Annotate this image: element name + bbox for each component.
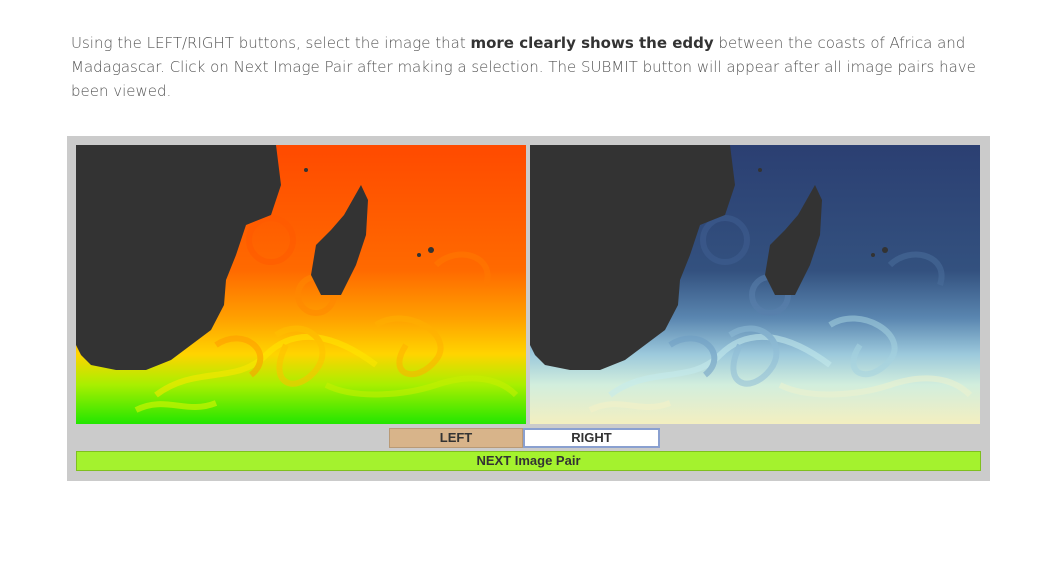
next-image-pair-button[interactable]: NEXT Image Pair: [76, 451, 981, 471]
right-image[interactable]: [530, 145, 980, 424]
instructions-text: Using the LEFT/RIGHT buttons, select the…: [71, 31, 976, 103]
instructions-emphasis: more clearly shows the eddy: [470, 34, 714, 52]
left-image[interactable]: [76, 145, 526, 424]
right-button[interactable]: RIGHT: [523, 428, 660, 448]
instructions-part1: Using the LEFT/RIGHT buttons, select the…: [71, 34, 471, 52]
left-button[interactable]: LEFT: [389, 428, 523, 448]
image-comparison-panel: LEFT RIGHT NEXT Image Pair: [67, 136, 990, 481]
